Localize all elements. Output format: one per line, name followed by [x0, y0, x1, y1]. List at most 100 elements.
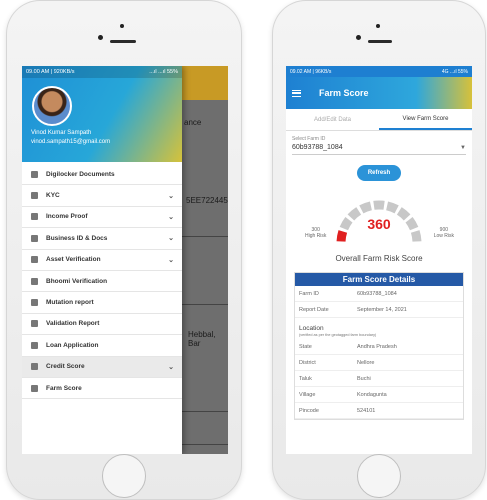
- menu-item-icon: [31, 363, 38, 371]
- score-min-label: High Risk: [305, 233, 327, 239]
- status-bar: 09.02 AM | 96KB/s 4G ...ıl 55%: [286, 66, 472, 77]
- right-screen: 09.02 AM | 96KB/s 4G ...ıl 55% Farm Scor…: [286, 66, 472, 454]
- menu-item[interactable]: Business ID & Docs ⌄: [22, 228, 182, 250]
- detail-row: Report Date September 14, 2021: [295, 302, 463, 318]
- farm-id-value: 60b93788_1084: [292, 144, 343, 151]
- left-phone: ance 5EE7224455 Hebbal, Bar 09.00 AM | 9…: [6, 0, 242, 500]
- chevron-down-icon: ⌄: [168, 192, 174, 200]
- chevron-down-icon: ⌄: [168, 213, 174, 221]
- menu-item-label: Asset Verification: [46, 256, 101, 264]
- score-min: 300 High Risk: [305, 227, 326, 239]
- front-camera: [98, 35, 103, 40]
- detail-value: Nellore: [357, 359, 375, 366]
- details-title: Farm Score Details: [295, 273, 463, 286]
- page-title: Farm Score: [319, 88, 369, 98]
- overall-score-label: Overall Farm Risk Score: [335, 254, 423, 263]
- score-max-label: Low Risk: [433, 233, 454, 239]
- detail-row: Farm ID 60b93788_1084: [295, 286, 463, 302]
- menu-item[interactable]: Validation Report: [22, 314, 182, 336]
- score-gauge: 360 300 High Risk 900 Low Risk: [286, 185, 472, 251]
- menu-item-icon: [31, 213, 38, 221]
- gauge-segment: [385, 201, 399, 214]
- detail-value: 524101: [357, 407, 376, 414]
- background-divider: [182, 444, 228, 445]
- menu-item-icon: [31, 320, 38, 328]
- menu-item[interactable]: Asset Verification ⌄: [22, 250, 182, 271]
- menu-item-icon: [31, 170, 38, 178]
- menu-item-label: Credit Score: [46, 363, 85, 371]
- detail-key: District: [299, 359, 316, 366]
- menu-item-label: Bhoomi Verification: [46, 277, 108, 285]
- menu-item-label: Loan Application: [46, 341, 99, 349]
- status-time: 09.00 AM | 920KB/s: [26, 69, 75, 75]
- detail-row: District Nellore: [295, 355, 463, 371]
- status-icons: ...ıl ...ıl 55%: [149, 69, 178, 75]
- menu-item[interactable]: Credit Score ⌄: [22, 356, 182, 378]
- home-button[interactable]: [102, 454, 146, 498]
- background-divider: [182, 236, 228, 237]
- menu-item[interactable]: Bhoomi Verification: [22, 271, 182, 293]
- tab-add-edit-data[interactable]: Add/Edit Data: [286, 109, 379, 130]
- menu-item[interactable]: Digilocker Documents: [22, 164, 182, 186]
- chevron-down-icon: ⌄: [168, 235, 174, 243]
- left-screen: ance 5EE7224455 Hebbal, Bar 09.00 AM | 9…: [22, 66, 228, 454]
- background-divider: [182, 411, 228, 412]
- tab-view-farm-score[interactable]: View Farm Score: [379, 109, 472, 130]
- menu-item-icon: [31, 256, 38, 264]
- menu-item[interactable]: Income Proof ⌄: [22, 207, 182, 229]
- menu-item[interactable]: KYC ⌄: [22, 185, 182, 207]
- status-bar: 09.00 AM | 920KB/s ...ıl ...ıl 55%: [22, 66, 182, 78]
- dropdown-arrow-icon: ▼: [460, 144, 466, 151]
- menu-item-icon: [31, 384, 38, 392]
- menu-item-label: Farm Score: [46, 384, 82, 392]
- proximity-sensor: [376, 24, 380, 28]
- status-time: 09.02 AM | 96KB/s: [290, 68, 332, 75]
- location-rows: State Andhra Pradesh District Nellore Taluk B…: [295, 339, 463, 419]
- detail-key: Pincode: [299, 407, 319, 414]
- drawer-menu: Digilocker Documents KYC ⌄ Income Proof ⌄ Bus…: [22, 162, 182, 400]
- detail-key: Report Date: [299, 306, 329, 313]
- refresh-button[interactable]: Refresh: [357, 165, 401, 181]
- menu-item[interactable]: Farm Score: [22, 378, 182, 400]
- menu-item-icon: [31, 234, 38, 242]
- menu-item-label: KYC: [46, 192, 60, 200]
- chevron-down-icon: ⌄: [168, 363, 174, 371]
- drawer-header: 09.00 AM | 920KB/s ...ıl ...ıl 55% Vinod…: [22, 66, 182, 162]
- home-button[interactable]: [357, 454, 401, 498]
- details-rows: Farm ID 60b93788_1084 Report Date September…: [295, 286, 463, 318]
- background-text: ance: [184, 118, 202, 127]
- menu-item[interactable]: Loan Application: [22, 335, 182, 357]
- menu-item-icon: [31, 192, 38, 200]
- menu-item-label: Validation Report: [46, 320, 100, 328]
- farm-id-select[interactable]: 60b93788_1084 ▼: [292, 144, 466, 155]
- gauge-segment: [359, 201, 373, 214]
- avatar[interactable]: [32, 86, 72, 126]
- menu-item[interactable]: Mutation report: [22, 292, 182, 314]
- menu-item-label: Business ID & Docs: [46, 234, 108, 242]
- user-email: vinod.sampath15@gmail.com: [31, 139, 111, 145]
- app-bar: Farm Score: [286, 77, 472, 109]
- navigation-drawer: 09.00 AM | 920KB/s ...ıl ...ıl 55% Vinod…: [22, 66, 182, 454]
- detail-row: Taluk Buchi: [295, 371, 463, 387]
- details-card: Farm Score Details Farm ID 60b93788_1084 R…: [294, 272, 464, 420]
- farm-id-label: Select Farm ID: [292, 136, 326, 142]
- chevron-down-icon: ⌄: [168, 256, 174, 264]
- earpiece-speaker: [110, 40, 136, 43]
- menu-item-label: Digilocker Documents: [46, 170, 115, 178]
- earpiece-speaker: [368, 40, 392, 43]
- mockup-stage: ance 5EE7224455 Hebbal, Bar 09.00 AM | 9…: [0, 0, 487, 500]
- proximity-sensor: [120, 24, 124, 28]
- menu-item-label: Income Proof: [46, 213, 88, 221]
- score-max: 900 Low Risk: [434, 227, 454, 239]
- front-camera: [356, 35, 361, 40]
- menu-icon[interactable]: [292, 89, 301, 97]
- menu-item-icon: [31, 341, 38, 349]
- detail-value: Buchi: [357, 375, 371, 382]
- detail-row: Pincode 524101: [295, 403, 463, 419]
- menu-item-icon: [31, 277, 38, 285]
- right-phone: 09.02 AM | 96KB/s 4G ...ıl 55% Farm Scor…: [272, 0, 486, 500]
- menu-item-label: Mutation report: [46, 299, 94, 307]
- background-text: 5EE7224455: [186, 196, 228, 205]
- tab-bar: Add/Edit Data View Farm Score: [286, 109, 472, 131]
- gauge-segment: [410, 230, 422, 242]
